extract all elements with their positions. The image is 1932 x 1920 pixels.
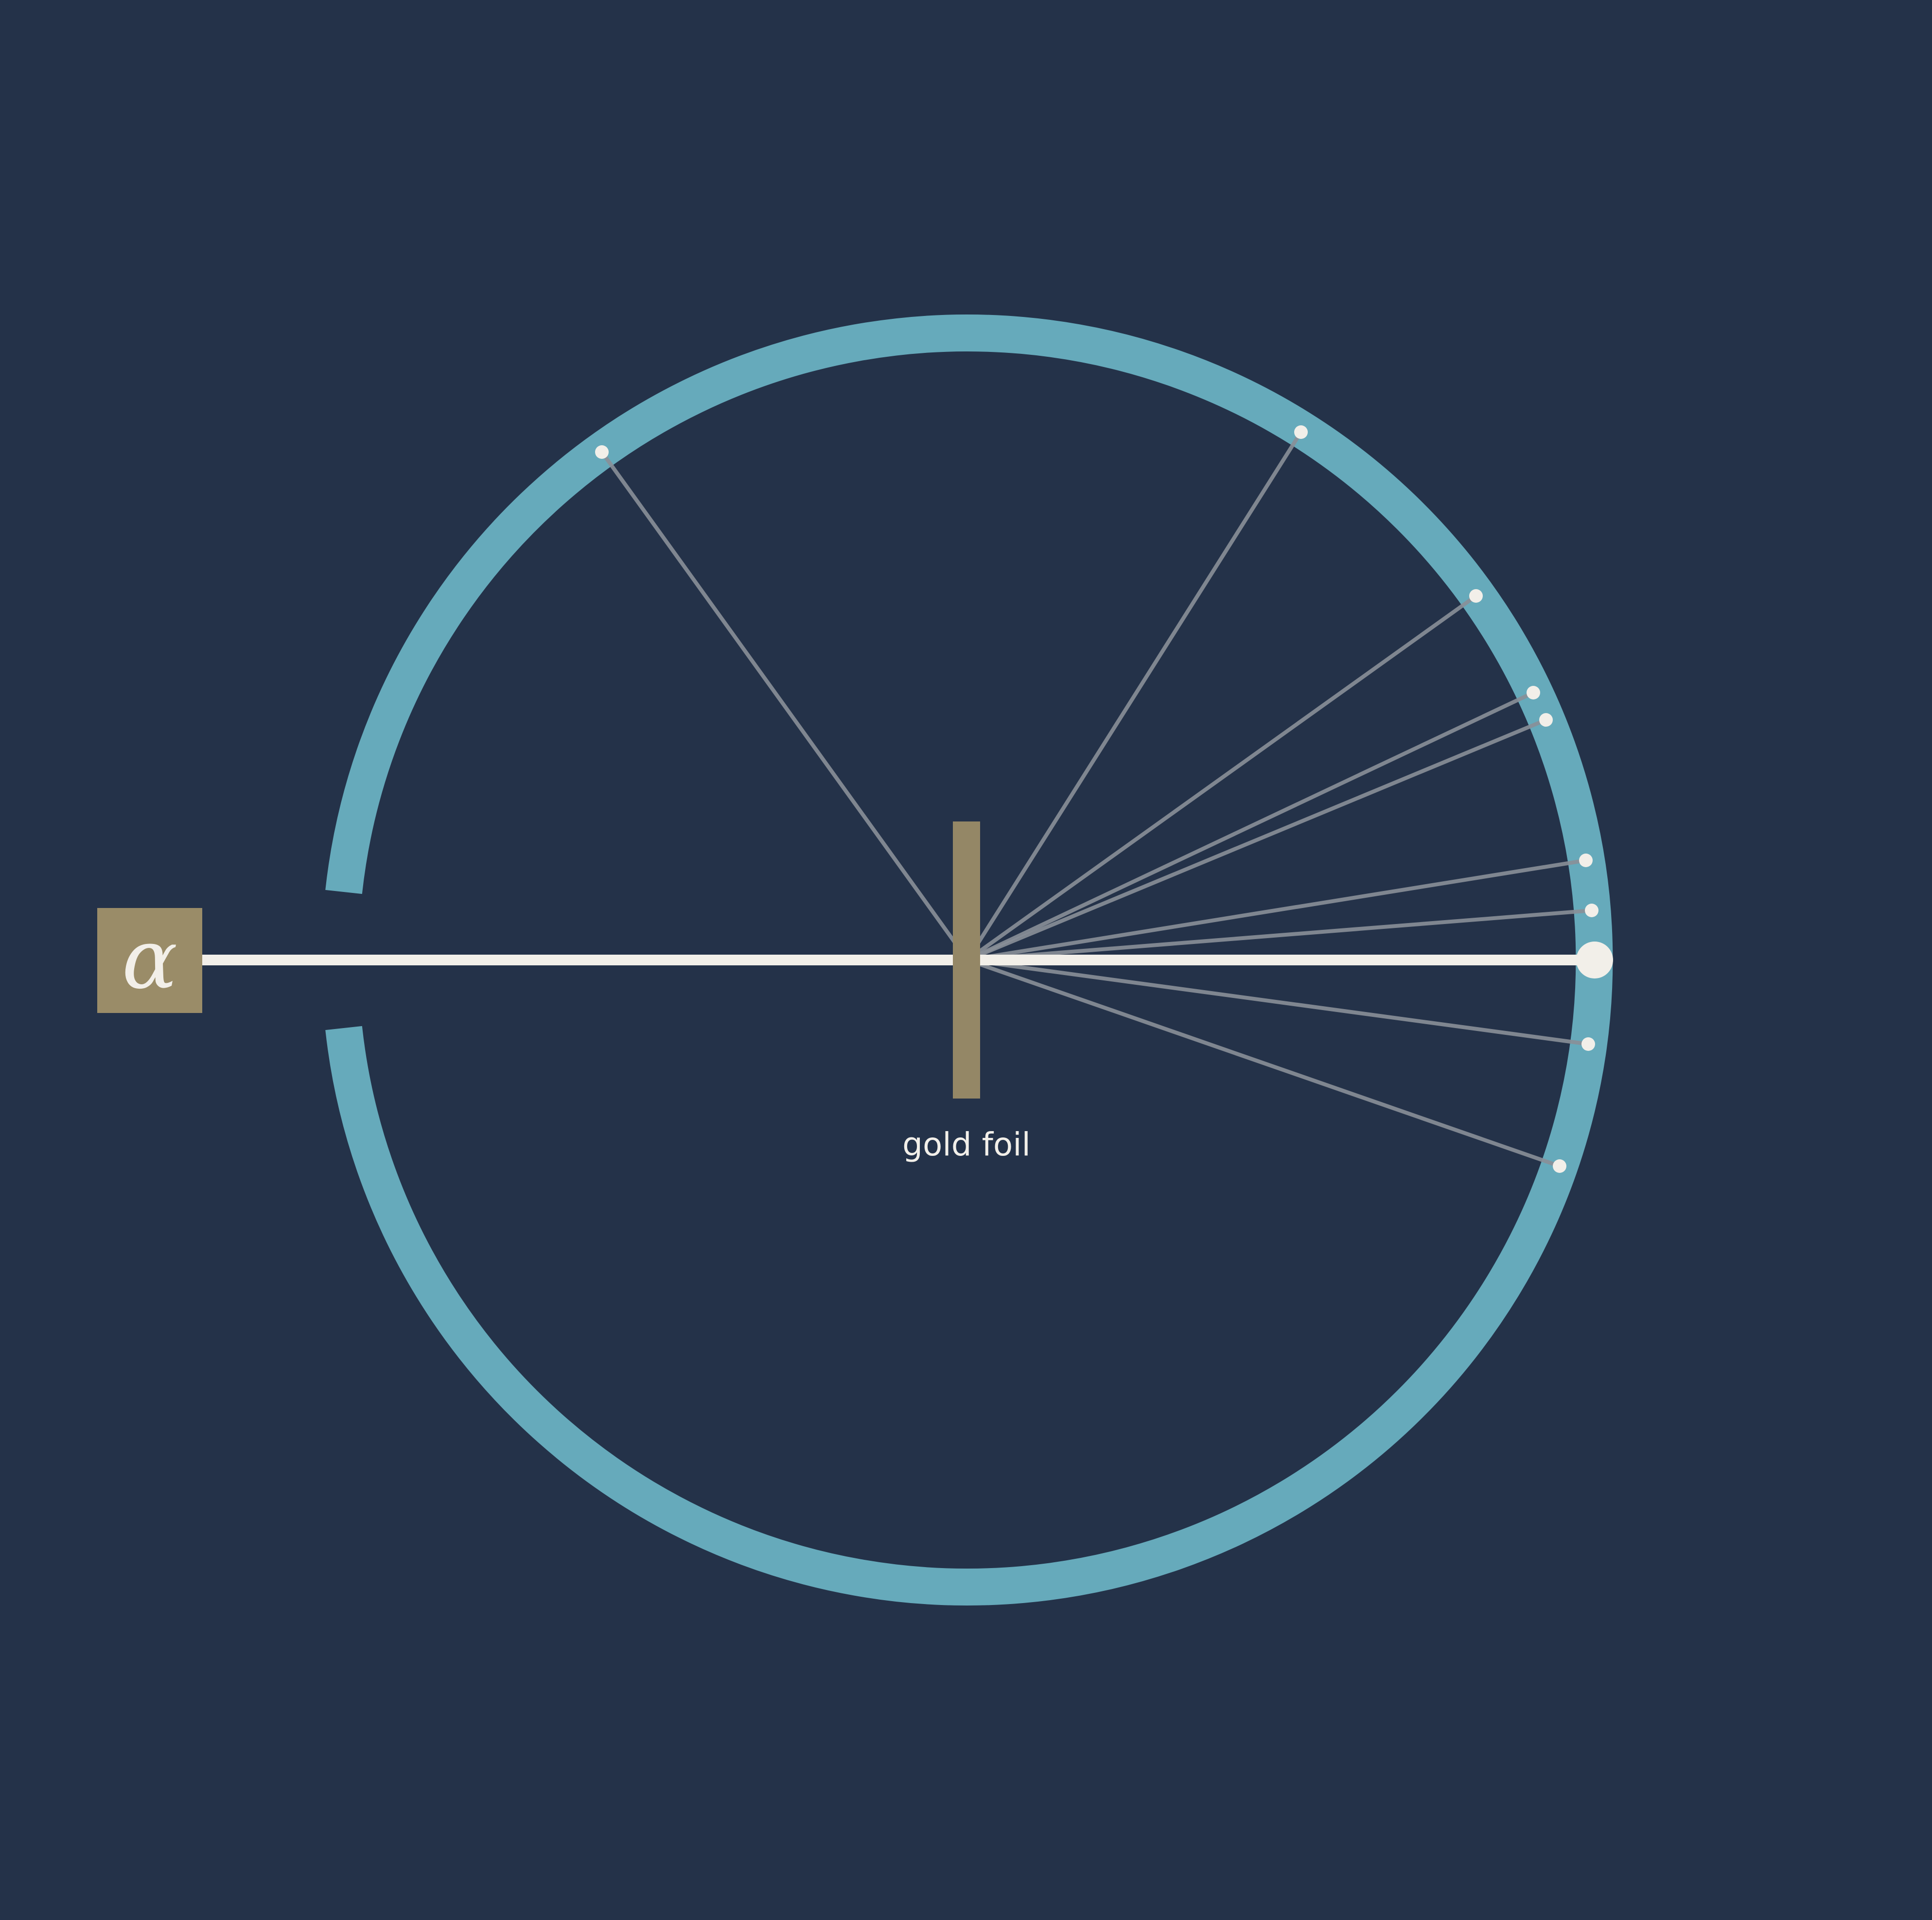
diagram-canvas: α gold foil (0, 0, 1932, 1920)
detector-hit-dot (1527, 686, 1540, 699)
detector-hit-dot (1581, 1037, 1595, 1051)
detector-hit-dot (1579, 854, 1593, 867)
gold-foil (953, 821, 980, 1099)
detector-hit-dot (1539, 713, 1553, 727)
detector-hit-dot (595, 445, 609, 459)
detector-hit-dot (1469, 589, 1483, 603)
alpha-symbol: α (122, 911, 178, 1008)
detector-hit-dot (1585, 904, 1598, 917)
main-beam-hit-dot (1576, 942, 1613, 978)
detector-hit-dot (1553, 1159, 1566, 1173)
detector-hit-dot (1294, 425, 1308, 439)
rutherford-scattering-diagram: α gold foil (0, 0, 1932, 1920)
gold-foil-label: gold foil (902, 1126, 1031, 1163)
